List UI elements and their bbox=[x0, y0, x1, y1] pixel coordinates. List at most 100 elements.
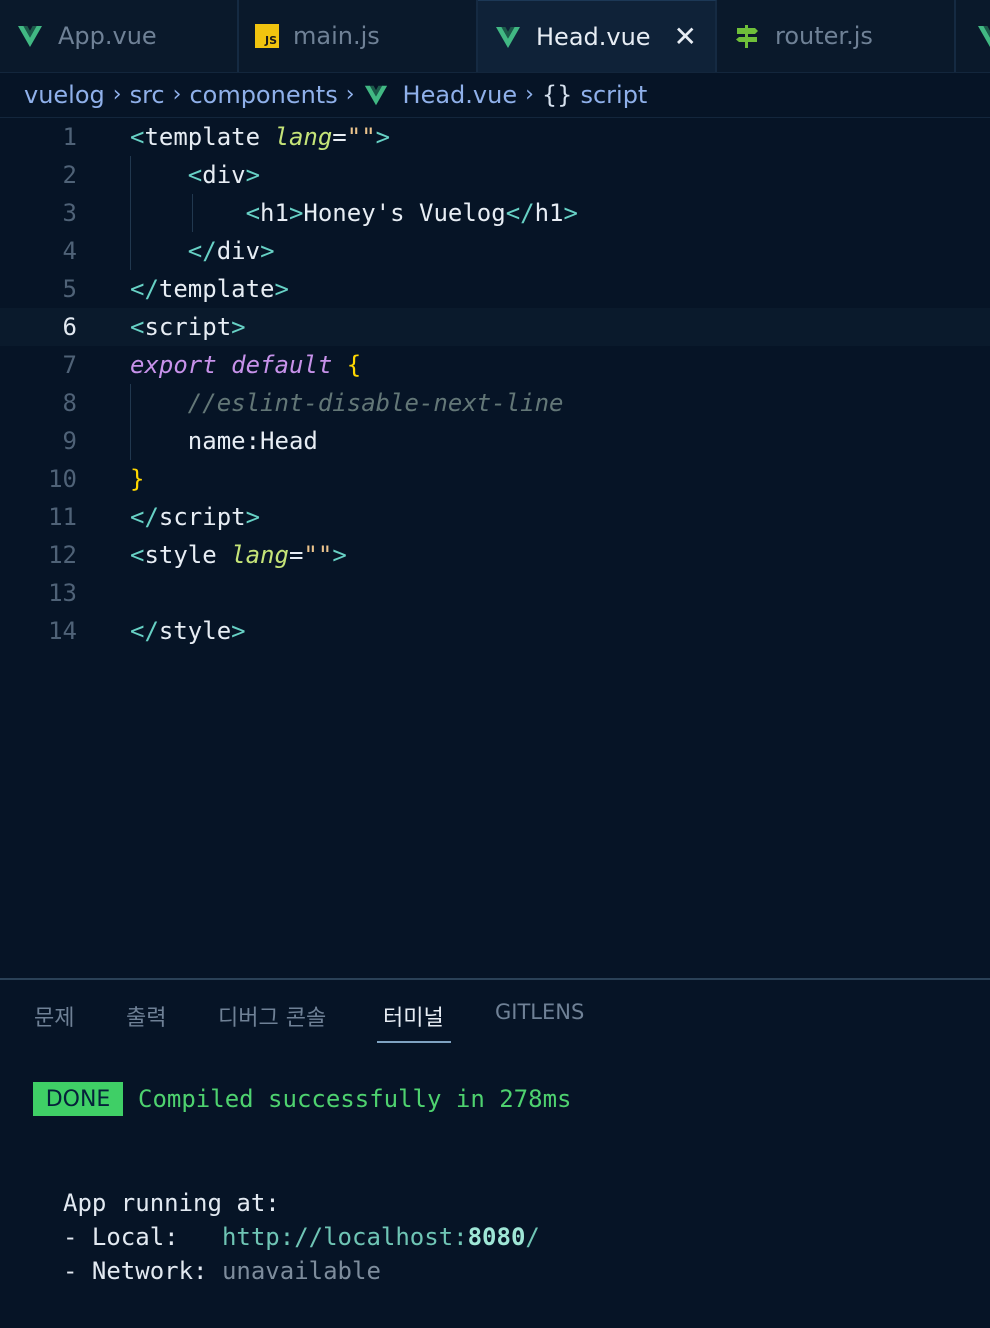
compile-message: Compiled successfully in 278ms bbox=[138, 1085, 572, 1113]
code-line[interactable]: 13 bbox=[0, 574, 990, 612]
line-number: 10 bbox=[48, 465, 77, 493]
line-number: 11 bbox=[48, 503, 77, 531]
line-code: } bbox=[130, 460, 144, 498]
code-token: > bbox=[375, 123, 391, 151]
chevron-right-icon: › bbox=[525, 82, 534, 107]
code-token: style bbox=[158, 617, 232, 645]
tab-label: Head.vue bbox=[536, 22, 651, 51]
code-token: export bbox=[130, 351, 217, 379]
editor-tab-bar: App.vue JS main.js Head.vue ✕ router.js bbox=[0, 0, 990, 73]
line-code: <div> bbox=[130, 156, 260, 194]
line-number: 3 bbox=[62, 199, 77, 227]
code-line[interactable]: 12 <style lang=""> bbox=[0, 536, 990, 574]
code-token: "" bbox=[303, 541, 333, 569]
line-number: 14 bbox=[48, 617, 77, 645]
code-token: script bbox=[158, 503, 246, 531]
breadcrumb: vuelog › src › components › Head.vue › {… bbox=[0, 72, 990, 118]
code-token: //eslint-disable-next-line bbox=[187, 389, 564, 417]
tab-terminal[interactable]: 터미널 bbox=[383, 1000, 444, 1032]
tab-debug-console[interactable]: 디버그 콘솔 bbox=[218, 1000, 326, 1032]
code-token: > bbox=[231, 617, 246, 645]
code-line[interactable]: 4 </div> bbox=[0, 232, 990, 270]
code-token: h1 bbox=[260, 199, 289, 227]
bottom-panel: 문제 출력 디버그 콘솔 터미널 GITLENS DONE Compiled s… bbox=[0, 978, 990, 1328]
tab-overflow[interactable] bbox=[956, 0, 990, 72]
tab-main-js[interactable]: JS main.js bbox=[239, 0, 478, 72]
code-line[interactable]: 3 <h1>Honey's Vuelog</h1> bbox=[0, 194, 990, 232]
breadcrumb-item-components[interactable]: components bbox=[189, 81, 337, 109]
code-line[interactable]: 8 //eslint-disable-next-line bbox=[0, 384, 990, 422]
line-code: </style> bbox=[130, 612, 246, 650]
status-badge: DONE bbox=[33, 1082, 123, 1116]
local-url-link[interactable]: http://localhost:8080/ bbox=[222, 1223, 540, 1251]
code-token: > bbox=[288, 199, 304, 227]
tab-problems[interactable]: 문제 bbox=[34, 1000, 74, 1032]
breadcrumb-item-script[interactable]: script bbox=[580, 81, 647, 109]
tab-router-js[interactable]: router.js bbox=[717, 0, 956, 72]
chevron-right-icon: › bbox=[345, 82, 355, 107]
code-token: } bbox=[130, 465, 145, 493]
code-token: > bbox=[274, 275, 289, 303]
line-number: 1 bbox=[62, 123, 77, 151]
line-number: 8 bbox=[62, 389, 77, 417]
code-line[interactable]: 7 export default { bbox=[0, 346, 990, 384]
terminal-line-network: - Network: unavailable bbox=[63, 1254, 381, 1288]
line-number: 6 bbox=[62, 313, 77, 341]
tab-label: App.vue bbox=[58, 22, 157, 50]
vue-icon bbox=[18, 26, 42, 47]
code-token: > bbox=[231, 313, 246, 341]
code-token: Honey's Vuelog bbox=[303, 199, 506, 227]
line-number: 12 bbox=[48, 541, 77, 569]
code-token: </ bbox=[130, 503, 159, 531]
code-line[interactable]: 6 <script> bbox=[0, 308, 990, 346]
code-token: > bbox=[260, 237, 275, 265]
code-line[interactable]: 9 name:Head bbox=[0, 422, 990, 460]
url-suffix: / bbox=[525, 1223, 540, 1251]
tab-gitlens[interactable]: GITLENS bbox=[495, 1000, 584, 1024]
breadcrumb-item-src[interactable]: src bbox=[130, 81, 165, 109]
js-icon: JS bbox=[255, 24, 279, 48]
code-token: { bbox=[346, 351, 362, 379]
code-token: h1 bbox=[534, 199, 564, 227]
code-line[interactable]: 2 <div> bbox=[0, 156, 990, 194]
line-code: </template> bbox=[130, 270, 289, 308]
breadcrumb-item-vuelog[interactable]: vuelog bbox=[24, 81, 105, 109]
code-token: name:Head bbox=[130, 427, 318, 455]
line-code: </div> bbox=[130, 232, 275, 270]
line-code: <h1>Honey's Vuelog</h1> bbox=[130, 194, 578, 232]
line-code: //eslint-disable-next-line bbox=[130, 384, 564, 422]
local-label: - Local: bbox=[63, 1223, 222, 1251]
network-label: - Network: bbox=[63, 1257, 222, 1285]
line-code: <script> bbox=[130, 308, 246, 346]
code-line[interactable]: 14 </style> bbox=[0, 612, 990, 650]
terminal-line-running: App running at: bbox=[63, 1189, 280, 1217]
code-token: < bbox=[130, 541, 145, 569]
line-code: </script> bbox=[130, 498, 260, 536]
tab-app-vue[interactable]: App.vue bbox=[0, 0, 239, 72]
line-number: 7 bbox=[62, 351, 77, 379]
code-token: div bbox=[202, 161, 246, 189]
code-line[interactable]: 11 </script> bbox=[0, 498, 990, 536]
url-port: 8080 bbox=[467, 1223, 526, 1251]
code-token: </ bbox=[130, 275, 159, 303]
code-editor[interactable]: 1 <template lang=""> 2 <div> 3 <h1>Honey's … bbox=[0, 118, 990, 978]
code-token: lang bbox=[231, 541, 289, 569]
code-line[interactable]: 10} bbox=[0, 460, 990, 498]
code-line[interactable]: 5 </template> bbox=[0, 270, 990, 308]
line-code: export default { bbox=[130, 346, 361, 384]
code-line[interactable]: 1 <template lang=""> bbox=[0, 118, 990, 156]
signpost-icon bbox=[736, 25, 758, 48]
code-token: div bbox=[216, 237, 261, 265]
chevron-right-icon: › bbox=[112, 82, 122, 107]
vue-icon bbox=[496, 26, 520, 48]
tab-head-vue[interactable]: Head.vue ✕ bbox=[478, 0, 717, 72]
tab-output[interactable]: 출력 bbox=[126, 1000, 166, 1032]
close-icon[interactable]: ✕ bbox=[674, 20, 697, 53]
breadcrumb-item-head-vue[interactable]: Head.vue bbox=[403, 81, 518, 109]
network-value: unavailable bbox=[221, 1257, 381, 1285]
